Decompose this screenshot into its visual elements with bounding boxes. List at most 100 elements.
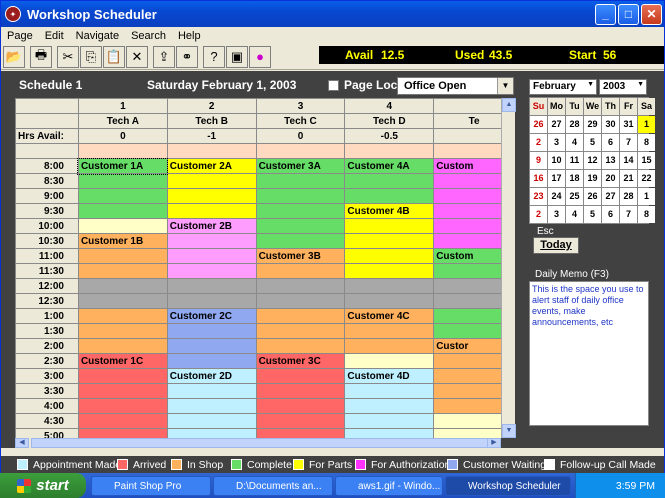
appointment-cell[interactable] — [344, 383, 435, 399]
calendar-day[interactable]: 28 — [566, 116, 583, 133]
calendar-day[interactable]: 3 — [548, 134, 565, 151]
appointment-cell[interactable] — [77, 293, 168, 309]
info-icon[interactable]: ● — [249, 45, 271, 68]
appointment-cell[interactable] — [166, 293, 257, 309]
calendar-icon[interactable]: ▣ — [226, 45, 248, 68]
appointment-cell[interactable] — [344, 398, 435, 414]
appointment-cell[interactable] — [255, 188, 346, 204]
appointment-cell[interactable]: Customer 1A — [77, 157, 169, 175]
appointment-cell[interactable] — [255, 338, 346, 354]
calendar-day[interactable]: 3 — [548, 206, 565, 223]
appointment-cell[interactable] — [166, 323, 257, 339]
calendar-day[interactable]: 16 — [530, 170, 547, 187]
appointment-cell[interactable] — [166, 398, 257, 414]
appointment-cell[interactable] — [166, 338, 257, 354]
calendar-day[interactable]: 18 — [566, 170, 583, 187]
appointment-cell[interactable] — [77, 278, 168, 294]
appointment-cell[interactable] — [344, 233, 435, 249]
open-icon[interactable]: 📂 — [3, 45, 25, 68]
start-button[interactable]: start — [0, 473, 86, 498]
calendar-day[interactable]: 8 — [638, 134, 655, 151]
appointment-cell[interactable] — [166, 413, 257, 429]
page-lock[interactable]: Page Lock — [328, 78, 404, 92]
calendar-day[interactable]: 24 — [548, 188, 565, 205]
appointment-cell[interactable] — [344, 218, 435, 234]
cut-icon[interactable]: ✂ — [57, 45, 79, 68]
task-workshop-scheduler[interactable]: Workshop Scheduler — [445, 476, 571, 496]
close-button[interactable]: ✕ — [641, 3, 662, 25]
export-icon[interactable]: ⇪ — [153, 45, 175, 68]
appointment-cell[interactable] — [255, 308, 346, 324]
appointment-cell[interactable] — [344, 173, 435, 189]
calendar-day[interactable]: 2 — [530, 206, 547, 223]
calendar-day[interactable]: 1 — [638, 188, 655, 205]
appointment-cell[interactable] — [166, 278, 257, 294]
appointment-cell[interactable]: Customer 4B — [344, 203, 435, 219]
appointment-cell[interactable] — [166, 248, 257, 264]
appointment-cell[interactable] — [166, 233, 257, 249]
calendar-day[interactable]: 10 — [548, 152, 565, 169]
maximize-button[interactable]: □ — [618, 3, 639, 25]
scroll-down-icon[interactable]: ▼ — [502, 424, 516, 438]
appointment-cell[interactable] — [344, 338, 435, 354]
appointment-cell[interactable] — [77, 173, 168, 189]
calendar-day[interactable]: 5 — [584, 206, 601, 223]
appointment-cell[interactable] — [344, 413, 435, 429]
appointment-cell[interactable] — [166, 353, 257, 369]
calendar-day[interactable]: 6 — [602, 134, 619, 151]
appointment-cell[interactable] — [77, 428, 168, 438]
calendar-day[interactable]: 27 — [548, 116, 565, 133]
appointment-cell[interactable] — [255, 383, 346, 399]
task-aws1-gif[interactable]: aws1.gif - Windo... — [335, 476, 443, 496]
binoculars-icon[interactable]: ⚭ — [176, 45, 198, 68]
calendar-day[interactable]: 13 — [602, 152, 619, 169]
calendar-day[interactable]: 22 — [638, 170, 655, 187]
vertical-scrollbar[interactable]: ▲ ▼ — [501, 98, 516, 438]
appointment-cell[interactable] — [255, 413, 346, 429]
appointment-cell[interactable] — [255, 398, 346, 414]
calendar-day[interactable]: 11 — [566, 152, 583, 169]
appointment-cell[interactable] — [166, 428, 257, 438]
appointment-cell[interactable] — [344, 188, 435, 204]
scroll-left-icon[interactable]: ◀ — [15, 438, 29, 448]
calendar-day[interactable]: 29 — [584, 116, 601, 133]
calendar-day[interactable]: 26 — [530, 116, 547, 133]
appointment-cell[interactable] — [344, 428, 435, 438]
calendar-day[interactable]: 4 — [566, 134, 583, 151]
office-status-select[interactable]: Office Open ▼ — [397, 77, 514, 95]
appointment-cell[interactable]: Customer 2B — [166, 218, 257, 234]
calendar-day[interactable]: 19 — [584, 170, 601, 187]
appointment-cell[interactable] — [255, 368, 346, 384]
chevron-down-icon[interactable]: ▼ — [637, 81, 644, 88]
copy-icon[interactable]: ⎘ — [80, 45, 102, 68]
appointment-cell[interactable] — [166, 188, 257, 204]
appointment-cell[interactable] — [255, 293, 346, 309]
calendar-day[interactable]: 5 — [584, 134, 601, 151]
appointment-cell[interactable] — [77, 413, 168, 429]
calendar-day[interactable]: 14 — [620, 152, 637, 169]
minimize-button[interactable]: _ — [595, 3, 616, 25]
appointment-cell[interactable] — [255, 428, 346, 438]
appointment-cell[interactable]: Customer 2C — [166, 308, 257, 324]
scroll-right-icon[interactable]: ▶ — [487, 438, 501, 448]
calendar-day[interactable]: 17 — [548, 170, 565, 187]
help-icon[interactable]: ? — [203, 45, 225, 68]
horizontal-scrollbar[interactable]: ◀ ▶ — [15, 438, 501, 448]
appointment-cell[interactable] — [166, 203, 257, 219]
scroll-track[interactable] — [502, 112, 515, 424]
page-lock-checkbox[interactable] — [328, 79, 339, 91]
calendar-day[interactable]: 26 — [584, 188, 601, 205]
appointment-cell[interactable] — [77, 338, 168, 354]
appointment-cell[interactable]: Customer 2A — [166, 158, 257, 174]
chevron-down-icon[interactable]: ▼ — [497, 78, 513, 94]
appointment-cell[interactable] — [77, 263, 168, 279]
appointment-cell[interactable] — [344, 293, 435, 309]
appointment-cell[interactable]: Customer 3B — [255, 248, 346, 264]
appointment-cell[interactable]: Customer 4A — [344, 158, 435, 174]
calendar-day[interactable]: 7 — [620, 134, 637, 151]
appointment-cell[interactable] — [344, 248, 435, 264]
today-button[interactable]: Today — [533, 237, 579, 254]
appointment-cell[interactable]: Customer 4D — [344, 368, 435, 384]
calendar-day[interactable]: 9 — [530, 152, 547, 169]
calendar-day[interactable]: 7 — [620, 206, 637, 223]
